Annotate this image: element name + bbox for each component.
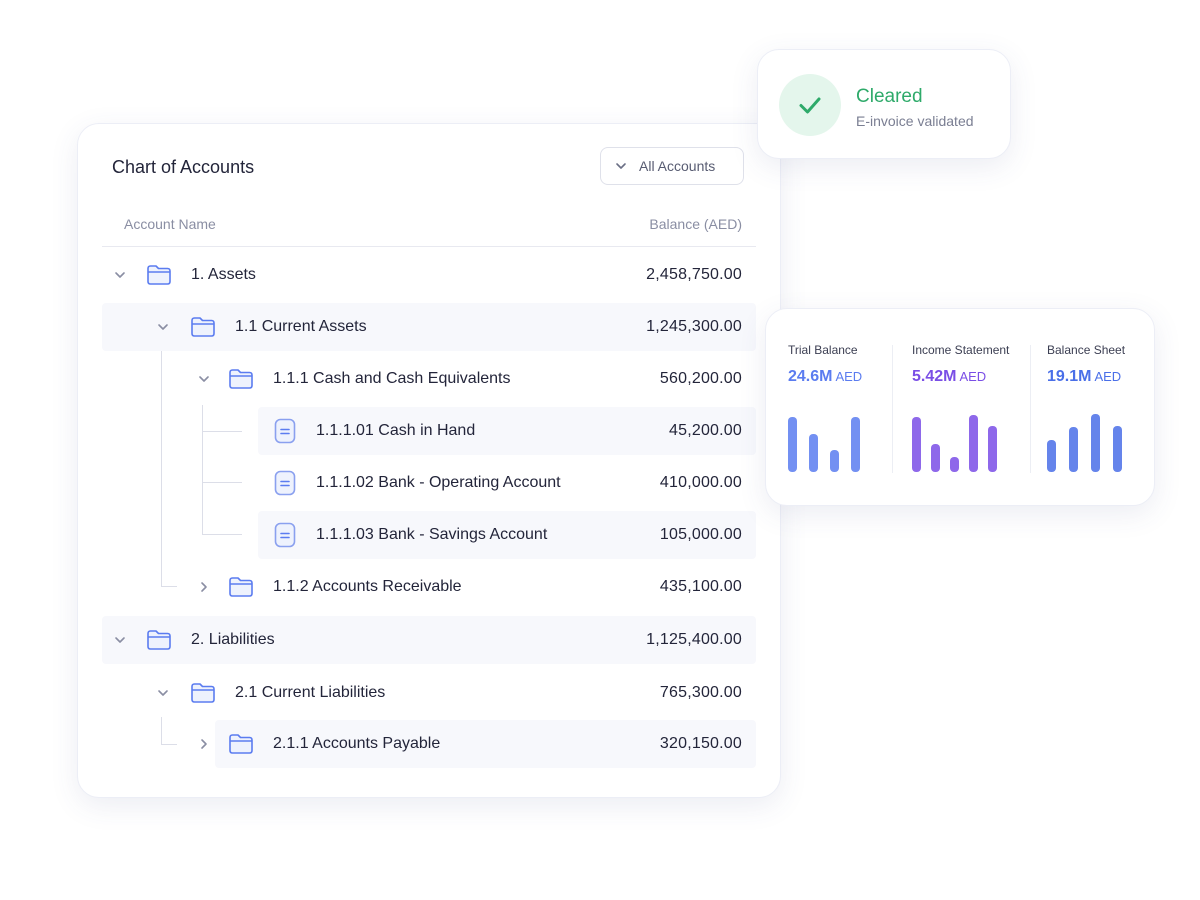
tree-guide-line bbox=[161, 744, 177, 745]
chevron-down-icon[interactable] bbox=[156, 686, 170, 705]
account-group-row[interactable]: 1.1.1 Cash and Cash Equivalents 560,200.0… bbox=[178, 355, 756, 403]
account-name: 1.1.1 Cash and Cash Equivalents bbox=[273, 370, 511, 387]
account-name: 1.1.1.02 Bank - Operating Account bbox=[316, 474, 561, 491]
account-name: 1.1.1.01 Cash in Hand bbox=[316, 422, 476, 439]
folder-icon bbox=[146, 264, 172, 291]
filter-label: All Accounts bbox=[639, 158, 716, 174]
report-bar bbox=[809, 434, 818, 472]
status-indicator bbox=[779, 74, 841, 136]
report-bars bbox=[788, 309, 888, 505]
account-name: 1. Assets bbox=[191, 266, 256, 283]
account-group-row[interactable]: 1.1.2 Accounts Receivable 435,100.00 bbox=[178, 563, 756, 611]
report-bar bbox=[988, 426, 997, 472]
account-group-row[interactable]: 2.1.1 Accounts Payable 320,150.00 bbox=[201, 720, 756, 768]
account-balance: 765,300.00 bbox=[659, 684, 742, 701]
chevron-right-icon[interactable] bbox=[197, 580, 211, 599]
check-icon bbox=[799, 97, 821, 114]
report-bar bbox=[830, 450, 839, 472]
chart-of-accounts-panel: Chart of Accounts All Accounts Account N… bbox=[77, 123, 781, 798]
account-row[interactable]: 1.1.1.02 Bank - Operating Account 410,000… bbox=[258, 459, 756, 507]
chevron-down-icon[interactable] bbox=[113, 633, 127, 652]
folder-icon bbox=[190, 316, 216, 343]
folder-icon bbox=[228, 733, 254, 760]
status-subtitle: E-invoice validated bbox=[856, 113, 974, 129]
account-name: 1.1 Current Assets bbox=[235, 318, 367, 335]
document-icon bbox=[274, 470, 296, 501]
report-bar bbox=[950, 457, 959, 472]
document-icon bbox=[274, 522, 296, 553]
report-bar bbox=[969, 415, 978, 472]
account-balance: 2,458,750.00 bbox=[646, 266, 742, 283]
folder-icon bbox=[228, 576, 254, 603]
report-bar bbox=[1113, 426, 1122, 472]
report-bar bbox=[1047, 440, 1056, 472]
account-group-row[interactable]: 2.1 Current Liabilities 765,300.00 bbox=[102, 669, 756, 717]
tree-guide-line bbox=[202, 431, 242, 432]
account-balance: 105,000.00 bbox=[659, 526, 742, 543]
column-header-balance[interactable]: Balance (AED) bbox=[649, 216, 742, 232]
account-name: 1.1.1.03 Bank - Savings Account bbox=[316, 526, 548, 543]
einvoice-status-card: Cleared E-invoice validated bbox=[757, 49, 1011, 159]
account-balance: 560,200.00 bbox=[659, 370, 742, 387]
report-bar bbox=[851, 417, 860, 472]
account-name: 1.1.2 Accounts Receivable bbox=[273, 578, 462, 595]
account-balance: 1,245,300.00 bbox=[646, 318, 742, 335]
account-filter-dropdown[interactable]: All Accounts bbox=[600, 147, 744, 185]
folder-icon bbox=[190, 682, 216, 709]
tree-guide-line bbox=[202, 405, 203, 535]
report-divider bbox=[892, 345, 893, 473]
account-balance: 410,000.00 bbox=[659, 474, 742, 491]
report-balance-sheet[interactable]: Balance Sheet 19.1M AED bbox=[1047, 309, 1147, 505]
header-divider bbox=[102, 246, 756, 247]
status-title: Cleared bbox=[856, 86, 923, 107]
account-name: 2.1 Current Liabilities bbox=[235, 684, 386, 701]
account-name: 2. Liabilities bbox=[191, 631, 275, 648]
folder-icon bbox=[228, 368, 254, 395]
account-group-row[interactable]: 1. Assets 2,458,750.00 bbox=[102, 251, 756, 299]
document-icon bbox=[274, 418, 296, 449]
tree-guide-line bbox=[161, 351, 162, 587]
report-bar bbox=[912, 417, 921, 472]
tree-guide-line bbox=[202, 482, 242, 483]
report-bar bbox=[1069, 427, 1078, 472]
chevron-down-icon[interactable] bbox=[156, 320, 170, 339]
tree-guide-line bbox=[161, 717, 162, 744]
report-trial-balance[interactable]: Trial Balance 24.6M AED bbox=[788, 309, 888, 505]
report-income-statement[interactable]: Income Statement 5.42M AED bbox=[912, 309, 1022, 505]
account-name: 2.1.1 Accounts Payable bbox=[273, 735, 441, 752]
folder-icon bbox=[146, 629, 172, 656]
chevron-right-icon[interactable] bbox=[197, 737, 211, 756]
account-row[interactable]: 1.1.1.01 Cash in Hand 45,200.00 bbox=[258, 407, 756, 455]
report-bar bbox=[788, 417, 797, 472]
report-bar bbox=[1091, 414, 1100, 472]
chevron-down-icon[interactable] bbox=[197, 372, 211, 391]
tree-guide-line bbox=[202, 534, 242, 535]
report-bar bbox=[931, 444, 940, 472]
account-group-row[interactable]: 2. Liabilities 1,125,400.00 bbox=[102, 616, 756, 664]
account-row[interactable]: 1.1.1.03 Bank - Savings Account 105,000.0… bbox=[258, 511, 756, 559]
chevron-down-icon[interactable] bbox=[113, 268, 127, 287]
column-header-account-name[interactable]: Account Name bbox=[124, 216, 216, 232]
account-balance: 320,150.00 bbox=[659, 735, 742, 752]
reports-summary-card: Trial Balance 24.6M AED Income Statement … bbox=[765, 308, 1155, 506]
account-balance: 45,200.00 bbox=[669, 422, 742, 439]
account-balance: 435,100.00 bbox=[659, 578, 742, 595]
chevron-down-icon bbox=[616, 163, 626, 169]
report-bars bbox=[912, 309, 1022, 505]
tree-guide-line bbox=[161, 586, 177, 587]
account-group-row[interactable]: 1.1 Current Assets 1,245,300.00 bbox=[102, 303, 756, 351]
report-divider bbox=[1030, 345, 1031, 473]
report-bars bbox=[1047, 309, 1147, 505]
account-balance: 1,125,400.00 bbox=[646, 631, 742, 648]
panel-title: Chart of Accounts bbox=[112, 157, 255, 177]
